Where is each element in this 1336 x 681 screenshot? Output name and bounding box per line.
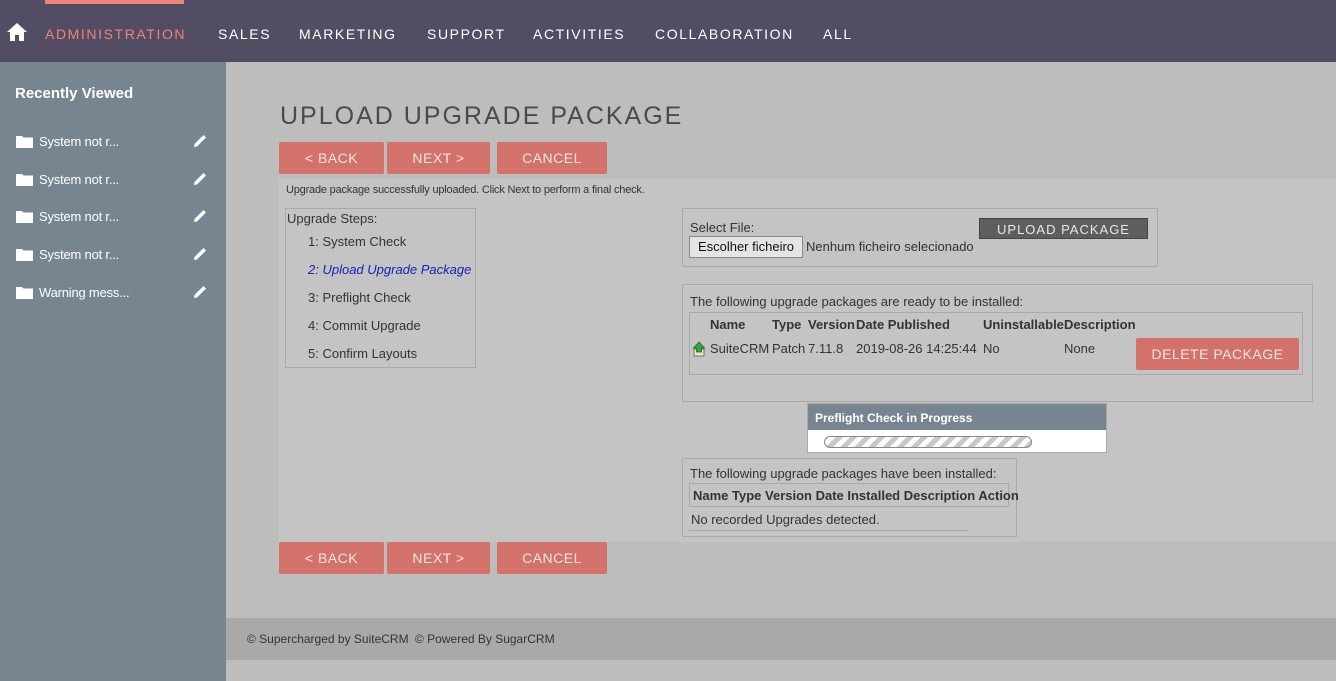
folder-icon [16,249,33,261]
col-header-date-published: Date Published [856,317,950,332]
choose-file-button[interactable]: Escolher ficheiro [689,236,803,258]
package-version: 7.11.8 [808,341,844,356]
cancel-button-top[interactable]: CANCEL [497,142,607,174]
divider [689,530,969,531]
recent-item-label: System not r... [39,209,120,224]
edit-pencil-icon[interactable] [192,133,208,149]
no-upgrades-text: No recorded Upgrades detected. [691,512,880,527]
col-header-description: Description [1064,317,1136,332]
step-system-check: 1: System Check [308,234,407,249]
nav-sales[interactable]: SALES [218,26,271,44]
next-button-bottom[interactable]: NEXT > [387,542,490,574]
col-header-uninstallable: Uninstallable [983,317,1064,332]
cancel-button-bottom[interactable]: CANCEL [497,542,607,574]
back-button-bottom[interactable]: < BACK [279,542,384,574]
recent-item-label: System not r... [39,134,120,149]
step-upload-package: 2: Upload Upgrade Package [308,262,472,277]
package-upgrade-icon [692,341,706,357]
installed-packages-caption: The following upgrade packages have been… [690,466,997,481]
recent-item[interactable]: System not r... [0,169,226,195]
recent-item[interactable]: System not r... [0,244,226,270]
back-button-top[interactable]: < BACK [279,142,384,174]
step-commit-upgrade: 4: Commit Upgrade [308,318,421,333]
select-file-label: Select File: [690,220,755,235]
step-preflight-check: 3: Preflight Check [308,290,411,305]
installed-table-header: Name Type Version Date Installed Descrip… [693,488,1019,503]
edit-pencil-icon[interactable] [192,208,208,224]
home-icon[interactable] [6,22,28,42]
sugarcrm-credit-link[interactable]: © Powered By SugarCRM [415,632,555,646]
package-name: SuiteCRM [710,341,770,356]
folder-icon [16,211,33,223]
delete-package-button[interactable]: DELETE PACKAGE [1136,338,1299,370]
recent-item[interactable]: System not r... [0,206,226,232]
package-date-published: 2019-08-26 14:25:44 [856,341,977,356]
package-description: None [1064,341,1096,356]
installed-packages-panel: The following upgrade packages have been… [682,458,1019,537]
upgrade-steps-panel: Upgrade Steps: 1: System Check 2: Upload… [285,208,476,368]
ready-packages-panel: The following upgrade packages are ready… [682,284,1313,402]
no-file-selected-text: Nenhum ficheiro selecionado [806,239,974,254]
folder-icon [16,136,33,148]
nav-support[interactable]: SUPPORT [427,26,506,44]
col-header-name: Name [710,317,746,332]
sidebar: Recently Viewed System not r... System n… [0,62,226,681]
nav-activities[interactable]: ACTIVITIES [533,26,625,44]
recent-item-label: System not r... [39,172,120,187]
preflight-title: Preflight Check in Progress [808,404,1106,430]
folder-icon [16,287,33,299]
edit-pencil-icon[interactable] [192,246,208,262]
steps-header: Upgrade Steps: [287,211,378,226]
file-upload-panel: Select File: Escolher ficheiro Nenhum fi… [682,208,1158,267]
folder-icon [16,174,33,186]
edit-pencil-icon[interactable] [192,171,208,187]
nav-administration[interactable]: ADMINISTRATION [45,26,186,44]
edit-pencil-icon[interactable] [192,284,208,300]
preflight-progress-bar [824,436,1032,448]
step-confirm-layouts: 5: Confirm Layouts [308,346,418,361]
status-message: Upgrade package successfully uploaded. C… [286,184,645,196]
col-header-version: Version [808,317,855,332]
top-navigation-bar: ADMINISTRATION SALES MARKETING SUPPORT A… [0,0,1336,62]
package-type: Patch [772,341,806,356]
recently-viewed-title: Recently Viewed [15,85,134,102]
page-title: UPLOAD UPGRADE PACKAGE [280,102,684,130]
suitecrm-credit-link[interactable]: © Supercharged by SuiteCRM [247,632,409,646]
package-uninstallable: No [983,341,1000,356]
next-button-top[interactable]: NEXT > [387,142,490,174]
recent-item-label: Warning mess... [39,285,130,300]
col-header-type: Type [772,317,802,332]
recent-item[interactable]: Warning mess... [0,282,226,308]
bottom-strip [226,660,1336,681]
upload-package-button[interactable]: UPLOAD PACKAGE [979,218,1148,239]
nav-all[interactable]: ALL [823,26,853,44]
recent-item-label: System not r... [39,247,120,262]
nav-marketing[interactable]: MARKETING [299,26,397,44]
footer: © Supercharged by SuiteCRM © Powered By … [226,618,1336,660]
preflight-progress-dialog: Preflight Check in Progress [807,403,1107,453]
active-tab-indicator [45,0,184,4]
ready-packages-caption: The following upgrade packages are ready… [690,294,1024,309]
recent-item[interactable]: System not r... [0,131,226,157]
nav-collaboration[interactable]: COLLABORATION [655,26,794,44]
